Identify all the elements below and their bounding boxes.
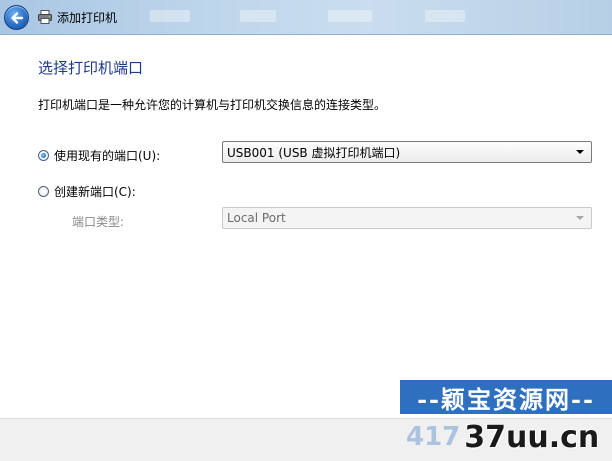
chevron-down-icon	[576, 150, 584, 154]
page-description: 打印机端口是一种允许您的计算机与打印机交换信息的连接类型。	[38, 98, 387, 112]
create-new-port-option[interactable]: 创建新端口(C):	[38, 183, 136, 200]
title-bar: 添加打印机	[0, 0, 612, 35]
window-title: 添加打印机	[57, 11, 118, 25]
printer-icon	[38, 10, 52, 24]
watermark: --颖宝资源网-- 417 37uu.cn	[400, 380, 612, 460]
chevron-down-icon	[576, 216, 584, 220]
port-type-label: 端口类型:	[72, 215, 125, 229]
create-new-port-label: 创建新端口(C):	[54, 185, 136, 199]
port-type-value: Local Port	[227, 211, 286, 225]
port-type-select[interactable]: Local Port	[222, 207, 592, 229]
page-heading: 选择打印机端口	[38, 59, 144, 77]
title-bar-faded-tab	[425, 10, 465, 22]
use-existing-port-option[interactable]: 使用现有的端口(U):	[38, 147, 160, 164]
watermark-top-text: --颖宝资源网--	[400, 380, 612, 414]
watermark-bottom: 417 37uu.cn	[400, 414, 612, 460]
back-arrow-icon	[10, 11, 23, 24]
use-existing-port-radio[interactable]	[38, 150, 49, 161]
title-bar-faded-tab	[150, 10, 190, 22]
watermark-domain: 37uu.cn	[464, 419, 600, 455]
create-new-port-radio[interactable]	[38, 186, 49, 197]
existing-port-value: USB001 (USB 虚拟打印机端口)	[227, 145, 401, 160]
existing-port-select[interactable]: USB001 (USB 虚拟打印机端口)	[222, 141, 592, 163]
title-bar-faded-tab	[328, 10, 372, 22]
back-button[interactable]	[4, 5, 29, 30]
use-existing-port-label: 使用现有的端口(U):	[54, 149, 161, 163]
watermark-faded-number: 417	[406, 422, 461, 452]
title-bar-faded-tab	[240, 10, 276, 22]
